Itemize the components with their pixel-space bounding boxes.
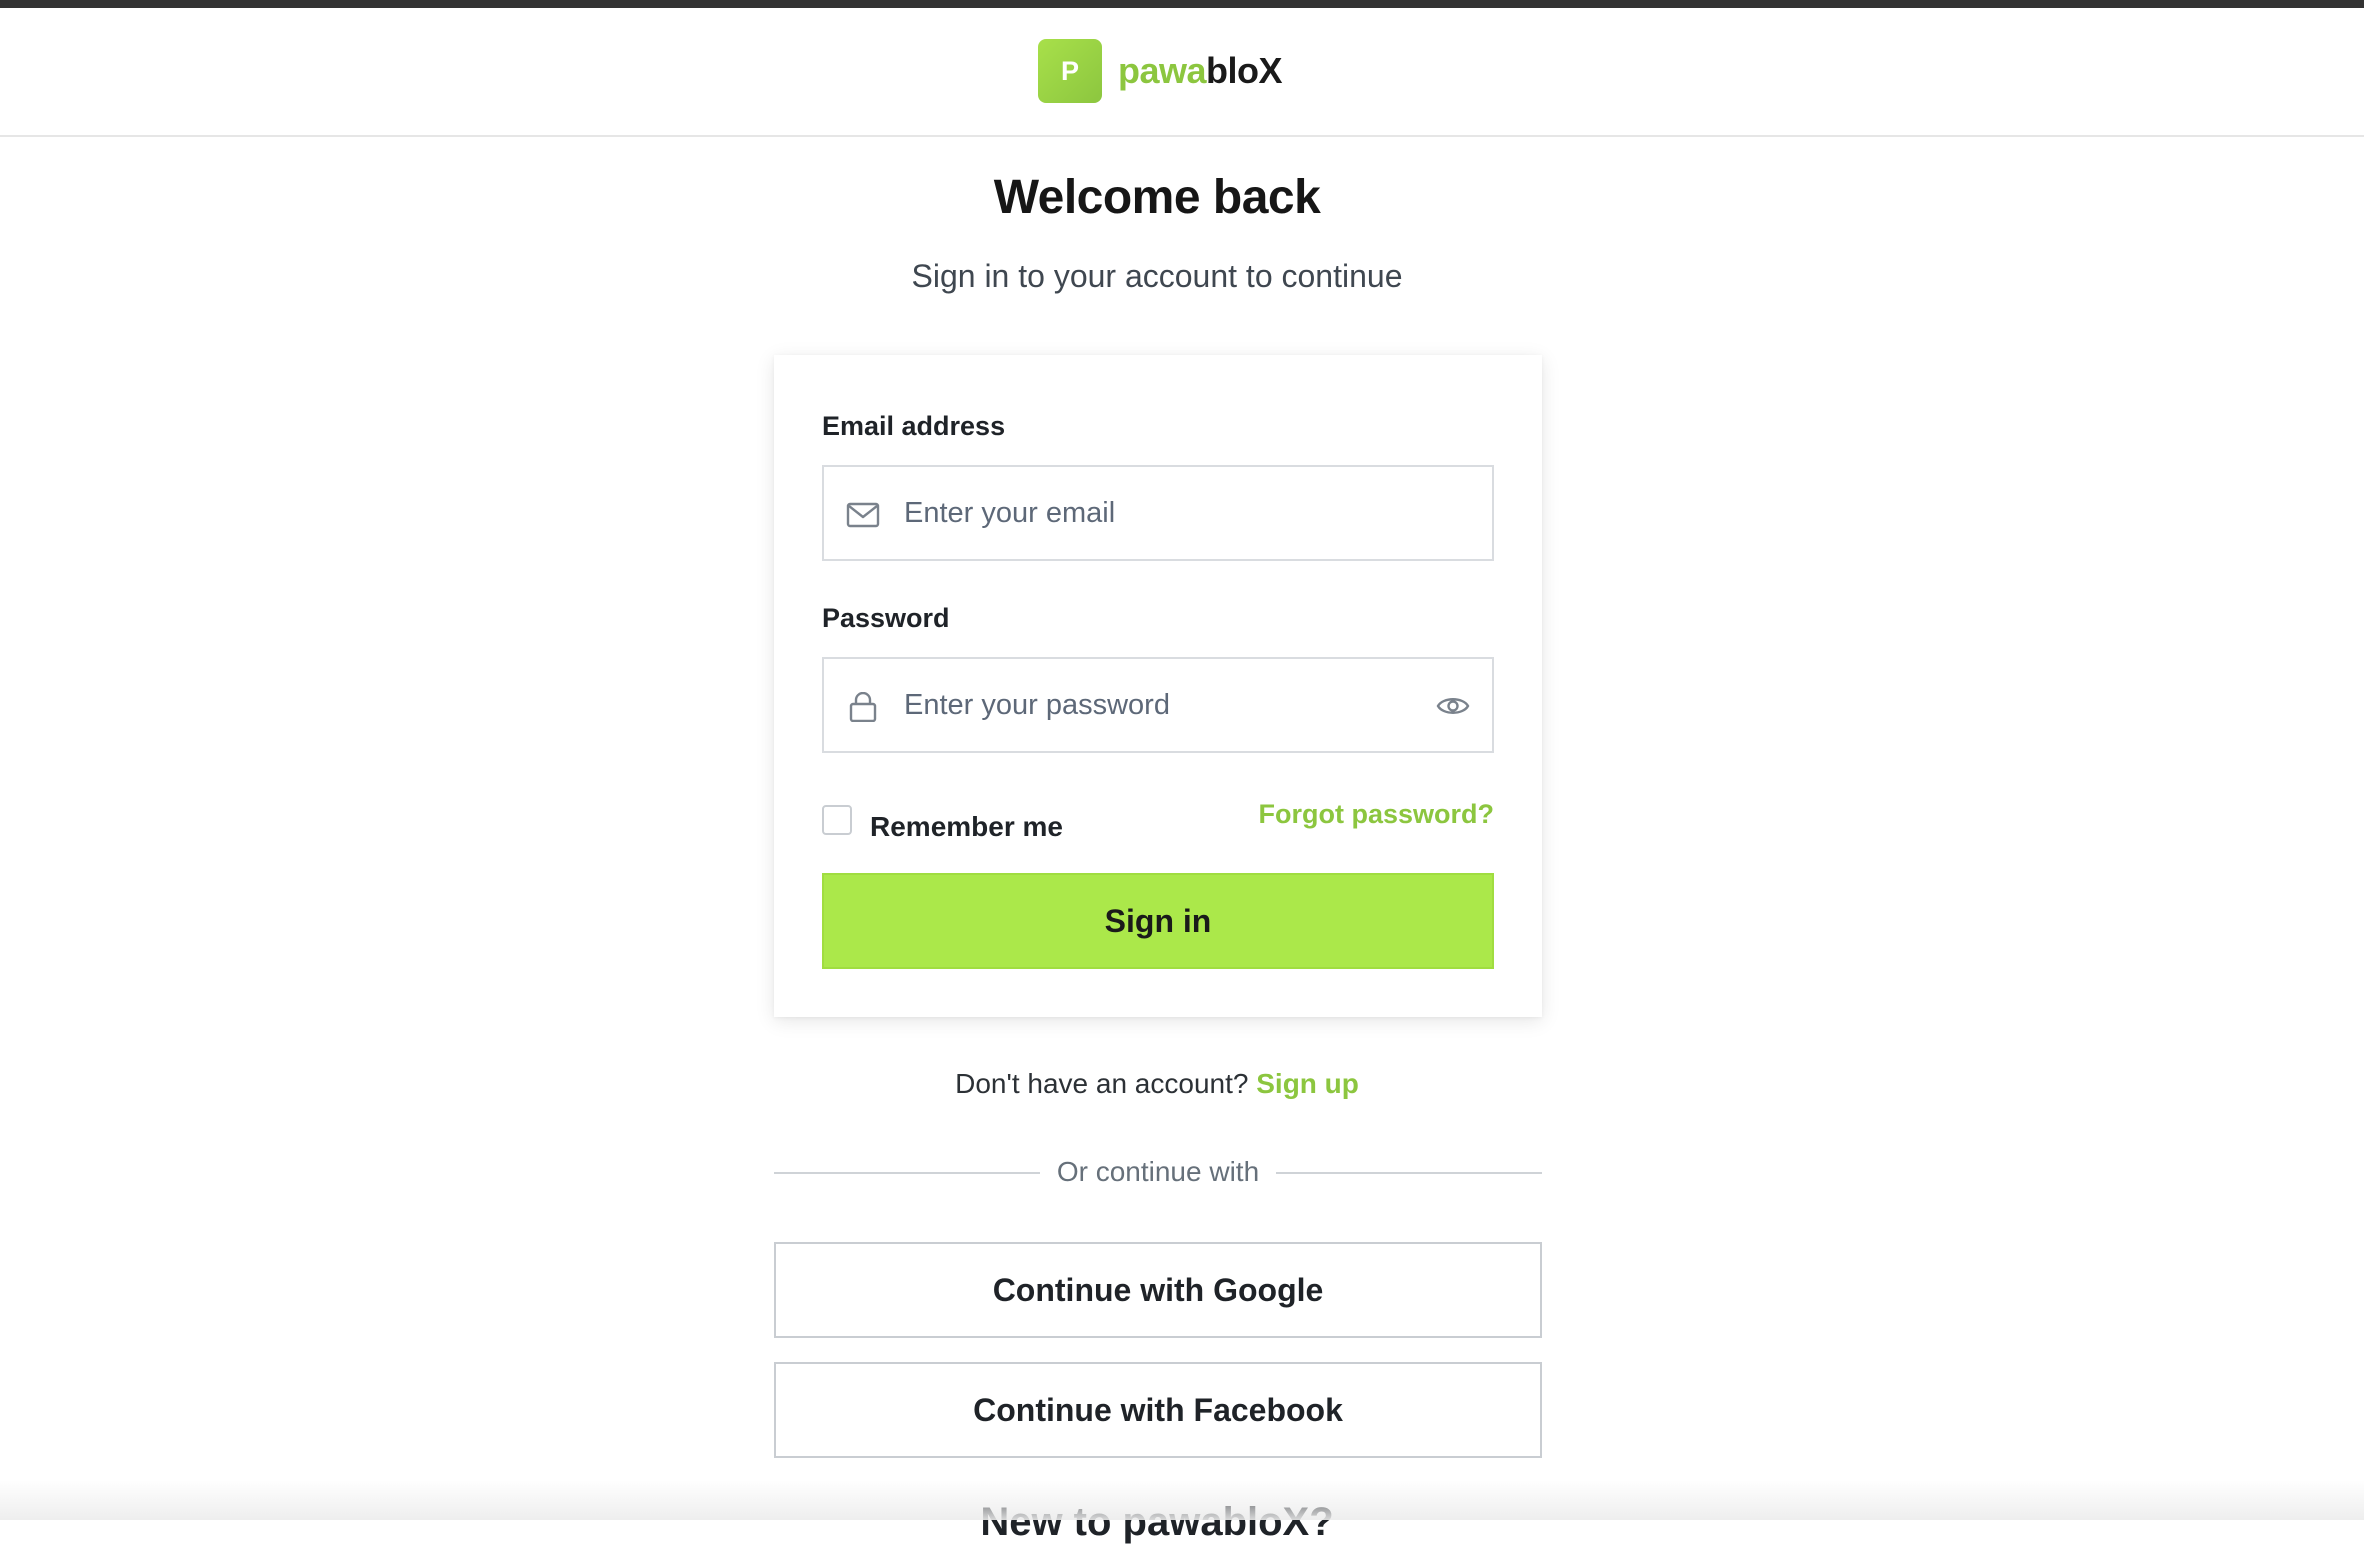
- remember-checkbox[interactable]: [822, 805, 852, 835]
- password-input[interactable]: [904, 659, 1424, 751]
- facebook-login-button[interactable]: Continue with Facebook: [774, 1362, 1542, 1458]
- divider-line-right: [1276, 1172, 1542, 1174]
- social-divider: Or continue with: [774, 1156, 1542, 1192]
- password-label: Password: [822, 603, 950, 633]
- eye-icon[interactable]: [1436, 692, 1470, 720]
- remember-me[interactable]: Remember me: [822, 797, 1063, 843]
- bottom-fade: [0, 1480, 2364, 1520]
- email-label: Email address: [822, 411, 1006, 441]
- sign-up-link[interactable]: Sign up: [1256, 1068, 1359, 1099]
- signup-prompt-text: Don't have an account?: [955, 1068, 1249, 1099]
- remember-label: Remember me: [870, 811, 1063, 842]
- forgot-password-link[interactable]: Forgot password?: [1259, 799, 1495, 830]
- brand-name: pawabloX: [1118, 50, 1283, 92]
- brand-name-part2: bloX: [1206, 50, 1283, 91]
- brand-name-part1: pawa: [1118, 50, 1207, 91]
- page-subtitle: Sign in to your account to continue: [911, 258, 1403, 294]
- email-field[interactable]: [822, 465, 1494, 561]
- page-title: Welcome back: [993, 171, 1321, 224]
- logo-mark: P: [1038, 39, 1102, 103]
- sign-in-button[interactable]: Sign in: [822, 873, 1494, 969]
- mail-icon: [846, 502, 880, 528]
- password-field[interactable]: [822, 657, 1494, 753]
- brand-logo[interactable]: P pawabloX: [1038, 39, 1283, 103]
- email-input[interactable]: [904, 467, 1424, 559]
- lock-icon: [849, 692, 877, 722]
- signup-prompt: Don't have an account? Sign up: [0, 1068, 2314, 1100]
- site-header: P pawabloX: [0, 8, 2364, 137]
- login-card: Email address Password Remember me Forgo…: [774, 355, 1542, 1017]
- google-login-button[interactable]: Continue with Google: [774, 1242, 1542, 1338]
- top-bar: [0, 0, 2364, 8]
